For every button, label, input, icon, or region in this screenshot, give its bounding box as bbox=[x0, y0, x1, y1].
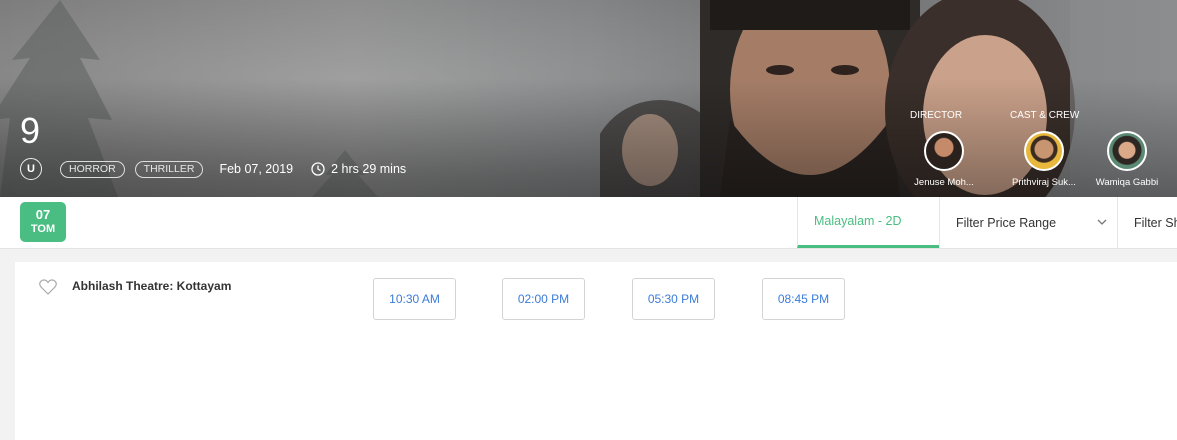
show-filter-dropdown[interactable]: Filter Sh bbox=[1117, 197, 1177, 248]
avatar[interactable] bbox=[1107, 131, 1147, 171]
director-label: DIRECTOR bbox=[910, 110, 963, 121]
movie-title: 9 bbox=[20, 110, 41, 151]
release-date: Feb 07, 2019 bbox=[219, 162, 294, 176]
person-name: Wamiqa Gabbi bbox=[1095, 177, 1159, 188]
crew-person[interactable]: Prithviraj Suk... bbox=[1004, 131, 1084, 188]
clock-icon bbox=[311, 162, 325, 176]
date-weekday: TOM bbox=[30, 223, 56, 235]
price-filter-label: Filter Price Range bbox=[956, 215, 1057, 230]
showtime-button[interactable]: 02:00 PM bbox=[502, 278, 585, 320]
genre-tag: THRILLER bbox=[134, 160, 204, 178]
avatar[interactable] bbox=[1024, 131, 1064, 171]
cast-label: CAST & CREW bbox=[1010, 110, 1080, 121]
showtime-button[interactable]: 08:45 PM bbox=[762, 278, 845, 320]
person-name: Prithviraj Suk... bbox=[1012, 177, 1076, 188]
crew-person[interactable]: Jenuse Moh... bbox=[904, 131, 984, 188]
language-filter-tab[interactable]: Malayalam - 2D bbox=[797, 197, 939, 248]
price-filter-dropdown[interactable]: Filter Price Range bbox=[939, 197, 1117, 248]
showtime-button[interactable]: 05:30 PM bbox=[632, 278, 715, 320]
person-name: Jenuse Moh... bbox=[914, 177, 974, 188]
avatar[interactable] bbox=[924, 131, 964, 171]
date-day: 07 bbox=[35, 207, 51, 222]
date-selector[interactable]: 07 TOM bbox=[20, 202, 66, 242]
showtime-button[interactable]: 10:30 AM bbox=[373, 278, 456, 320]
crew-person[interactable]: Wamiqa Gabbi bbox=[1087, 131, 1167, 188]
movie-meta: U HORROR THRILLER Feb 07, 2019 2 hrs 29 … bbox=[20, 158, 406, 180]
movie-banner: 9 U HORROR THRILLER Feb 07, 2019 2 hrs 2… bbox=[0, 0, 1177, 197]
duration: 2 hrs 29 mins bbox=[331, 162, 407, 176]
filter-bar: 07 TOM Malayalam - 2D Filter Price Range… bbox=[0, 197, 1177, 249]
theatre-name[interactable]: Abhilash Theatre: Kottayam bbox=[72, 279, 231, 293]
theatre-listing: Abhilash Theatre: Kottayam 10:30 AM 02:0… bbox=[15, 262, 1177, 440]
genre-tag: HORROR bbox=[60, 160, 125, 178]
chevron-down-icon bbox=[1097, 219, 1107, 225]
heart-icon[interactable] bbox=[39, 279, 57, 295]
certificate-badge: U bbox=[20, 158, 42, 180]
